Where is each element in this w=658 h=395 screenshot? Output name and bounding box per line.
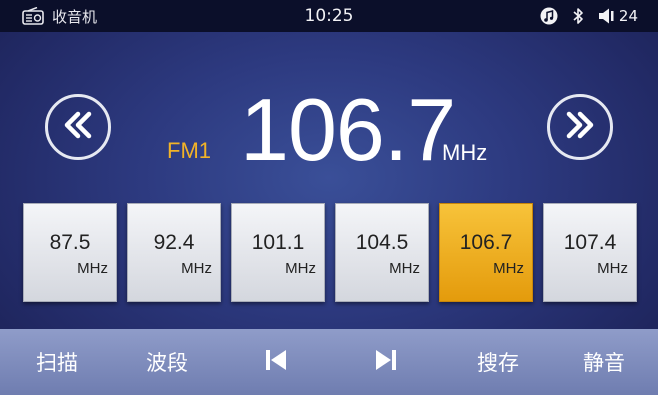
preset-button[interactable]: 87.5 MHz: [23, 203, 117, 302]
skip-previous-icon: [263, 347, 289, 378]
previous-station-button[interactable]: [221, 329, 331, 395]
preset-frequency: 104.5: [355, 231, 409, 254]
scan-button[interactable]: 扫描: [2, 329, 112, 395]
preset-button[interactable]: 104.5 MHz: [335, 203, 429, 302]
preset-frequency: 92.4: [153, 231, 195, 254]
status-app-indicator: 收音机: [0, 0, 97, 32]
preset-unit: MHz: [597, 260, 628, 277]
preset-button[interactable]: 107.4 MHz: [543, 203, 637, 302]
seek-next-button[interactable]: [547, 94, 613, 160]
band-button[interactable]: 波段: [112, 329, 222, 395]
double-chevron-left-icon: [61, 110, 95, 144]
status-bar: 收音机 10:25 24: [0, 0, 658, 32]
speaker-icon: [598, 7, 616, 25]
radio-icon: [22, 6, 44, 25]
volume-level: 24: [618, 7, 638, 25]
preset-frequency: 106.7: [459, 231, 513, 254]
preset-list: 87.5 MHz 92.4 MHz 101.1 MHz 104.5 MHz 10…: [23, 203, 637, 302]
status-icons: 24: [540, 0, 638, 32]
preset-button[interactable]: 101.1 MHz: [231, 203, 325, 302]
preset-unit: MHz: [493, 260, 524, 277]
band-label: FM1: [167, 138, 211, 163]
radio-screen: 收音机 10:25 24 FM1 106.7 MHz 87.5 MHz 92.4…: [0, 0, 658, 395]
skip-next-icon: [373, 347, 399, 378]
mute-button[interactable]: 静音: [549, 329, 658, 395]
preset-unit: MHz: [389, 260, 420, 277]
next-station-button[interactable]: [331, 329, 441, 395]
preset-unit: MHz: [285, 260, 316, 277]
preset-button[interactable]: 92.4 MHz: [127, 203, 221, 302]
current-frequency: 106.7: [240, 80, 456, 179]
search-store-button[interactable]: 搜存: [443, 329, 553, 395]
preset-button-active[interactable]: 106.7 MHz: [439, 203, 533, 302]
seek-prev-button[interactable]: [45, 94, 111, 160]
bluetooth-icon: [572, 7, 584, 25]
preset-frequency: 87.5: [49, 231, 91, 254]
app-title: 收音机: [52, 7, 98, 26]
preset-unit: MHz: [77, 260, 108, 277]
preset-frequency: 101.1: [251, 231, 305, 254]
double-chevron-right-icon: [563, 110, 597, 144]
music-note-icon: [540, 7, 558, 25]
preset-unit: MHz: [181, 260, 212, 277]
bottom-toolbar: 扫描 波段 搜存 静音: [0, 329, 658, 395]
preset-frequency: 107.4: [563, 231, 617, 254]
frequency-unit: MHz: [442, 140, 488, 165]
